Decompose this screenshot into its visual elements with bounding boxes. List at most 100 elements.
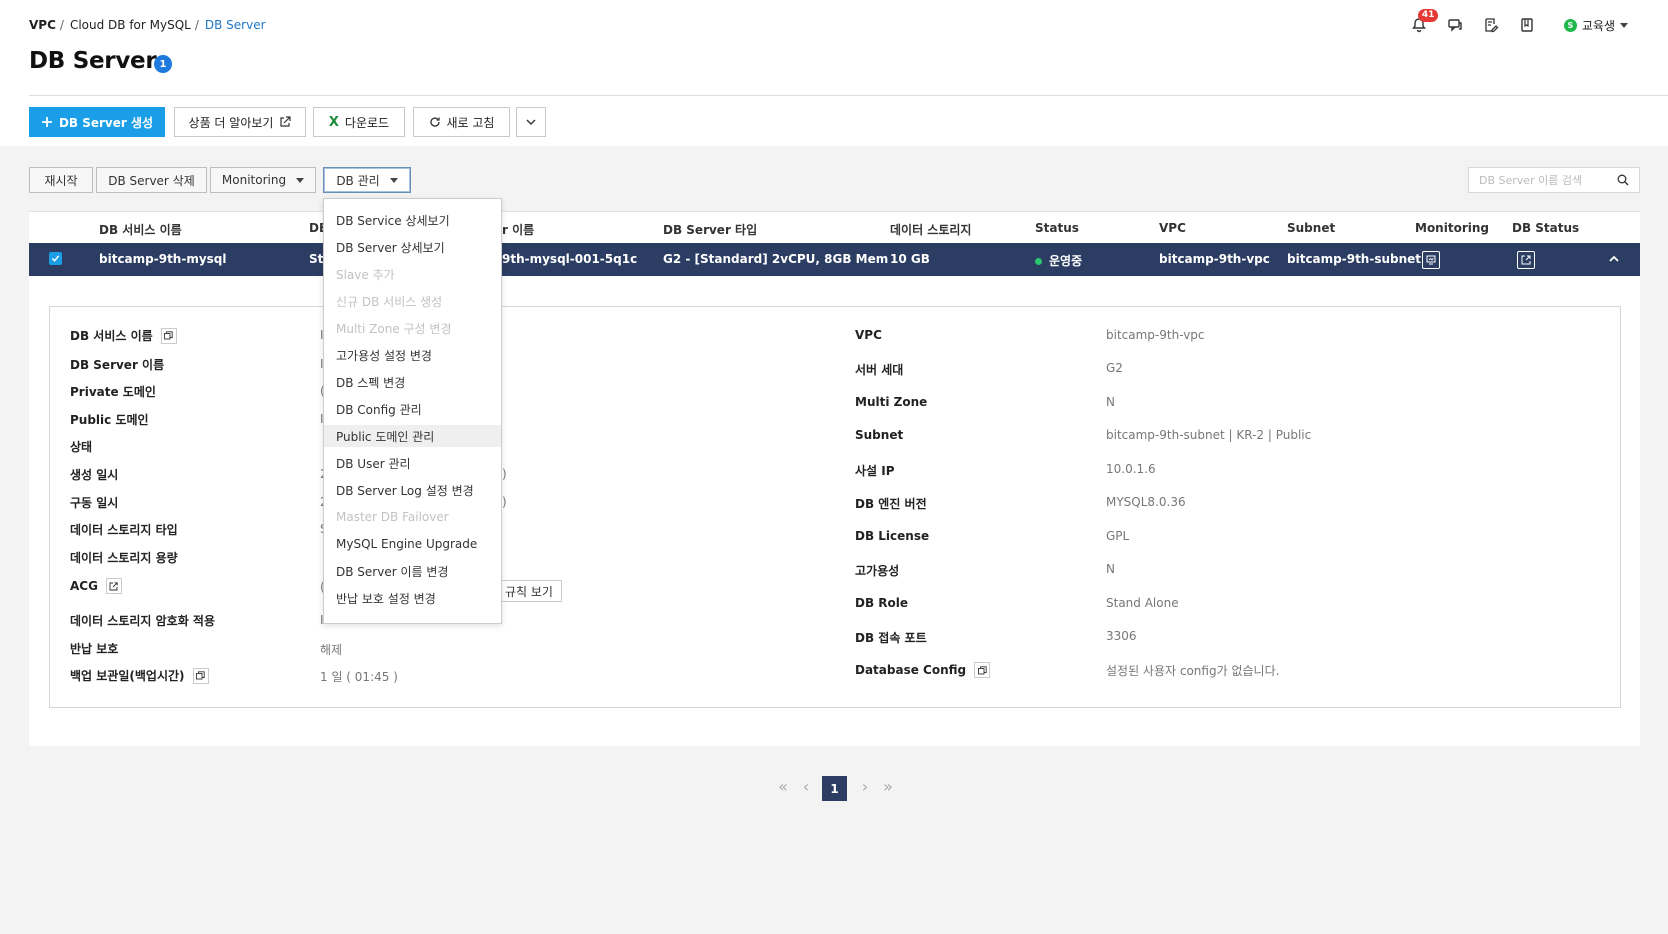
column-header[interactable]: Monitoring [1415, 221, 1489, 235]
monitoring-label: Monitoring [221, 173, 287, 187]
label-multi-zone: Multi Zone [855, 395, 928, 409]
more-options-button[interactable] [516, 107, 546, 137]
value-multi-zone: N [1106, 395, 1115, 409]
chat-icon[interactable] [1446, 16, 1464, 34]
column-header[interactable]: VPC [1159, 221, 1186, 235]
count-badge: 1 [154, 55, 172, 73]
column-header[interactable]: DB 서비스 이름 [99, 221, 182, 238]
column-header[interactable]: Status [1035, 221, 1079, 235]
label-text: ACG [70, 579, 98, 593]
last-page-button[interactable]: » [878, 777, 898, 796]
menu-item[interactable]: DB 스펙 변경 [324, 371, 501, 393]
label-text: DB 서비스 이름 [70, 329, 153, 343]
column-header[interactable]: 데이터 스토리지 [890, 221, 971, 238]
excel-icon: X [328, 114, 339, 130]
external-link-icon[interactable] [105, 578, 122, 594]
learn-more-label: 상품 더 알아보기 [188, 115, 274, 130]
table-header: DB 서비스 이름 DB r 이름 DB Server 타입 데이터 스토리지 … [29, 211, 1640, 243]
search-input[interactable] [1479, 173, 1617, 187]
breadcrumb: VPC / Cloud DB for MySQL / DB Server [29, 18, 266, 32]
label-server-name: DB Server 이름 [70, 358, 165, 372]
learn-more-button[interactable]: 상품 더 알아보기 [174, 107, 306, 137]
refresh-button[interactable]: 새로 고침 [413, 107, 510, 137]
value-high-availability: N [1106, 562, 1115, 576]
menu-item[interactable]: DB Server 상세보기 [324, 236, 501, 258]
label-storage-type: 데이터 스토리지 타입 [70, 523, 178, 537]
label-created-at: 생성 일시 [70, 468, 119, 482]
label-storage-size: 데이터 스토리지 용량 [70, 551, 178, 565]
label-private-domain: Private 도메인 [70, 385, 156, 399]
menu-item[interactable]: DB Config 관리 [324, 398, 501, 420]
value-server-generation: G2 [1106, 361, 1123, 375]
refresh-icon [429, 117, 440, 127]
download-button[interactable]: X 다운로드 [313, 107, 405, 137]
caret-down-icon [1620, 22, 1628, 28]
label-acg: ACG [70, 578, 122, 594]
menu-item[interactable]: DB Server Log 설정 변경 [324, 479, 501, 501]
value-vpc: bitcamp-9th-vpc [1106, 328, 1205, 342]
status-text: 운영중 [1049, 254, 1083, 268]
cell-subnet: bitcamp-9th-subnet [1287, 252, 1422, 266]
menu-item[interactable]: Public 도메인 관리 [324, 425, 501, 447]
delete-label: DB Server 삭제 [108, 173, 195, 188]
caret-down-icon [296, 177, 305, 183]
menu-item: Multi Zone 구성 변경 [336, 321, 452, 336]
delete-server-button[interactable]: DB Server 삭제 [96, 167, 207, 193]
copy-icon[interactable] [974, 662, 991, 678]
copy-icon[interactable] [192, 667, 209, 684]
monitoring-dropdown[interactable]: Monitoring [210, 167, 316, 193]
table-row[interactable]: bitcamp-9th-mysql Sta 9th-mysql-001-5q1c… [29, 243, 1640, 276]
menu-item[interactable]: DB Server 이름 변경 [324, 560, 501, 582]
row-checkbox[interactable] [49, 252, 62, 265]
page-number-current[interactable]: 1 [822, 776, 847, 801]
label-text: 백업 보관일(백업시간) [70, 669, 185, 683]
menu-item[interactable]: DB Service 상세보기 [324, 209, 501, 231]
label-status: 상태 [70, 440, 93, 454]
menu-item[interactable]: 고가용성 설정 변경 [324, 344, 501, 366]
value-subnet: bitcamp-9th-subnet | KR-2 | Public [1106, 428, 1312, 442]
value-private-ip: 10.0.1.6 [1106, 462, 1156, 476]
value-license: GPL [1106, 529, 1130, 543]
value-db-role: Stand Alone [1106, 596, 1179, 610]
create-label: DB Server 생성 [58, 115, 154, 130]
chevron-up-icon[interactable] [1607, 252, 1621, 266]
menu-item[interactable]: MySQL Engine Upgrade [324, 533, 501, 555]
value-paren: ) [502, 467, 507, 481]
value-paren: ) [502, 495, 507, 509]
note-edit-icon[interactable] [1482, 16, 1500, 34]
acg-rule-button[interactable]: 규칙 보기 [496, 580, 562, 602]
copy-icon[interactable] [160, 327, 177, 344]
breadcrumb-current[interactable]: DB Server [205, 18, 266, 32]
column-header[interactable]: Subnet [1287, 221, 1335, 235]
prev-page-button[interactable]: ‹ [796, 777, 816, 796]
search-icon[interactable] [1617, 174, 1629, 186]
db-manage-dropdown[interactable]: DB 관리 [323, 167, 411, 193]
book-icon[interactable] [1518, 16, 1536, 34]
label-engine-version: DB 엔진 버전 [855, 497, 927, 511]
value-db-port: 3306 [1106, 629, 1137, 643]
external-link-icon [280, 116, 292, 127]
user-menu[interactable]: S 교육생 [1563, 17, 1628, 34]
monitoring-icon[interactable] [1422, 251, 1440, 269]
next-page-button[interactable]: › [855, 777, 875, 796]
db-manage-menu: DB Service 상세보기 DB Server 상세보기 Slave 추가 신규 … [323, 198, 502, 624]
column-header[interactable]: DB Server 타입 [663, 221, 757, 238]
breadcrumb-separator: / [59, 18, 64, 32]
create-db-server-button[interactable]: DB Server 생성 [29, 107, 165, 137]
bell-icon[interactable]: 41 [1410, 9, 1439, 34]
menu-item[interactable]: DB User 관리 [324, 452, 501, 474]
menu-item: 신규 DB 서비스 생성 [336, 294, 443, 309]
label-db-role: DB Role [855, 596, 909, 610]
label-server-generation: 서버 세대 [855, 363, 904, 377]
column-header[interactable]: DB Status [1512, 221, 1579, 235]
label-service-name: DB 서비스 이름 [70, 327, 177, 344]
breadcrumb-vpc[interactable]: VPC [29, 18, 56, 32]
first-page-button[interactable]: « [773, 777, 793, 796]
value-database-config: 설정된 사용자 config가 없습니다. [1106, 664, 1280, 678]
restart-button[interactable]: 재시작 [29, 167, 93, 193]
menu-item[interactable]: 반납 보호 설정 변경 [324, 587, 501, 609]
caret-down-icon [389, 177, 398, 183]
db-status-icon[interactable] [1517, 251, 1535, 269]
column-header[interactable]: r 이름 [502, 221, 534, 238]
breadcrumb-product[interactable]: Cloud DB for MySQL [70, 18, 191, 32]
